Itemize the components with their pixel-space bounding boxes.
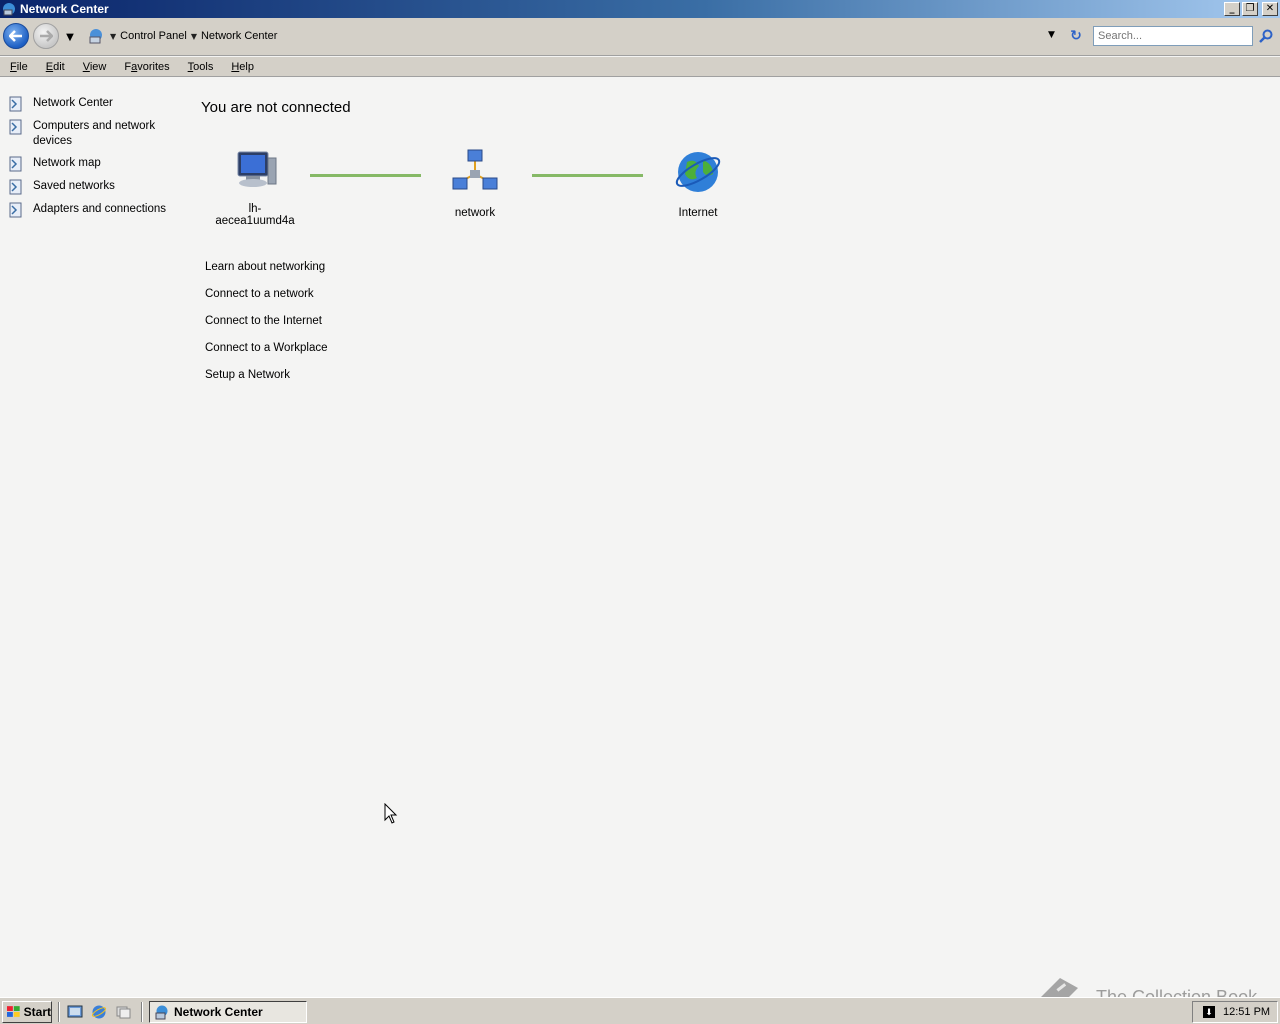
sidebar-item-label: Adapters and connections	[33, 203, 166, 215]
node-label: lh-aecea1uumd4a	[215, 203, 295, 227]
menu-help-label: Help	[231, 60, 254, 73]
mouse-cursor-icon	[384, 803, 398, 824]
minimize-button[interactable]: _	[1224, 2, 1240, 16]
task-connect-workplace[interactable]: Connect to a Workplace	[205, 342, 328, 357]
sidebar-item-network-map[interactable]: Network map	[8, 156, 178, 172]
node-internet[interactable]: Internet	[653, 148, 743, 219]
sidebar-item-saved-networks[interactable]: Saved networks	[8, 179, 178, 195]
network-location-icon	[86, 26, 106, 46]
task-connect-network[interactable]: Connect to a network	[205, 288, 328, 303]
globe-icon	[675, 152, 721, 192]
taskbar: Start Network Center ⬇ 12:51 PM	[0, 997, 1280, 1024]
search-input[interactable]	[1093, 26, 1253, 46]
refresh-icon: ↻	[1070, 28, 1082, 44]
sidebar-item-adapters[interactable]: Adapters and connections	[8, 202, 178, 218]
taskbar-item-network-center[interactable]: Network Center	[149, 1001, 307, 1023]
node-label: Internet	[678, 207, 718, 219]
menu-file[interactable]: File	[2, 61, 36, 73]
sidebar-item-network-center[interactable]: Network Center	[8, 96, 178, 112]
chevron-down-icon: ▼	[66, 31, 74, 43]
menu-view[interactable]: View	[75, 61, 115, 73]
sidebar-item-label: Computers and network devices	[33, 120, 156, 147]
window-title: Network Center	[20, 2, 109, 16]
page-icon	[9, 202, 22, 218]
task-connect-internet[interactable]: Connect to the Internet	[205, 315, 328, 330]
task-list: Learn about networking Connect to a netw…	[205, 261, 328, 396]
internet-explorer-icon[interactable]	[91, 1004, 107, 1020]
page-icon	[9, 119, 22, 135]
taskbar-item-label: Network Center	[174, 1005, 263, 1019]
menu-file-label: File	[10, 60, 28, 73]
access-key: E	[45, 60, 54, 73]
sidebar-item-label: Network Center	[33, 97, 113, 109]
connection-line	[310, 174, 421, 177]
node-network[interactable]: network	[430, 148, 520, 219]
network-center-app-icon	[155, 1005, 168, 1020]
menu-edit[interactable]: Edit	[38, 61, 73, 73]
menu-bar: File Edit View Favorites Tools Help	[0, 57, 1280, 77]
close-button[interactable]: ✕	[1262, 2, 1278, 16]
close-icon: ✕	[1265, 3, 1275, 14]
task-learn-networking[interactable]: Learn about networking	[205, 261, 328, 276]
window-switcher-icon[interactable]	[115, 1004, 131, 1020]
taskbar-separator	[141, 1002, 143, 1022]
title-bar[interactable]: Network Center _ ❐ ✕	[0, 0, 1280, 18]
access-key: H	[231, 60, 240, 73]
address-toolbar: ▼ ▼ Control Panel ▼ Network Center ▼ ↻	[0, 18, 1280, 56]
start-button[interactable]: Start	[2, 1001, 52, 1023]
chevron-down-icon: ▼	[1048, 30, 1055, 40]
history-dropdown-button[interactable]: ▼	[63, 30, 77, 44]
breadcrumb-control-panel[interactable]: Control Panel	[120, 30, 187, 42]
network-icon	[452, 149, 498, 190]
taskbar-separator	[58, 1002, 60, 1022]
node-computer[interactable]: lh-aecea1uumd4a	[210, 148, 300, 227]
access-key: T	[187, 60, 194, 73]
minimize-icon: _	[1229, 3, 1235, 14]
start-label: Start	[23, 1005, 51, 1019]
menu-tools[interactable]: Tools	[180, 61, 222, 73]
menu-edit-label: Edit	[45, 60, 65, 73]
search-icon	[1259, 29, 1273, 43]
address-field[interactable]: ▼ Control Panel ▼ Network Center	[84, 24, 1064, 48]
page-icon	[9, 156, 22, 172]
menu-view-label: View	[82, 60, 107, 73]
forward-arrow-icon	[40, 30, 53, 42]
access-key: F	[10, 60, 17, 73]
connection-line	[532, 174, 643, 177]
page-icon	[9, 179, 22, 195]
network-center-app-icon	[1, 1, 17, 17]
refresh-button[interactable]: ↻	[1067, 27, 1085, 45]
menu-favorites-label: Favorites	[124, 60, 170, 73]
node-label: network	[454, 207, 496, 219]
sidebar-item-computers[interactable]: Computers and network devices	[8, 119, 178, 149]
access-key: a	[131, 60, 138, 73]
breadcrumb-network-center[interactable]: Network Center	[201, 30, 277, 42]
sidebar-item-label: Saved networks	[33, 180, 115, 192]
download-icon[interactable]: ⬇	[1203, 1006, 1215, 1018]
restore-button[interactable]: ❐	[1242, 2, 1258, 16]
restore-icon: ❐	[1245, 3, 1255, 14]
sidebar: Network Center Computers and network dev…	[8, 96, 178, 225]
access-key: V	[82, 60, 90, 73]
menu-help[interactable]: Help	[223, 61, 262, 73]
sidebar-item-label: Network map	[33, 157, 101, 169]
task-setup-network[interactable]: Setup a Network	[205, 369, 328, 384]
menu-tools-label: Tools	[187, 60, 214, 73]
back-arrow-icon	[9, 30, 22, 42]
computer-icon	[237, 151, 277, 187]
content-area: Network Center Computers and network dev…	[0, 78, 1280, 996]
page-title: You are not connected	[201, 99, 351, 116]
windows-flag-icon	[7, 1006, 20, 1017]
system-tray: ⬇ 12:51 PM	[1192, 1001, 1278, 1023]
address-dropdown-button[interactable]: ▼	[1048, 30, 1055, 40]
breadcrumb-arrow-icon[interactable]: ▼	[191, 32, 197, 41]
search-button[interactable]	[1257, 27, 1275, 45]
breadcrumb-arrow-icon[interactable]: ▼	[110, 32, 116, 41]
forward-button[interactable]	[33, 23, 59, 49]
page-icon	[9, 96, 22, 112]
back-button[interactable]	[3, 23, 29, 49]
show-desktop-icon[interactable]	[67, 1004, 83, 1020]
menu-favorites[interactable]: Favorites	[116, 61, 177, 73]
clock[interactable]: 12:51 PM	[1223, 1006, 1270, 1018]
